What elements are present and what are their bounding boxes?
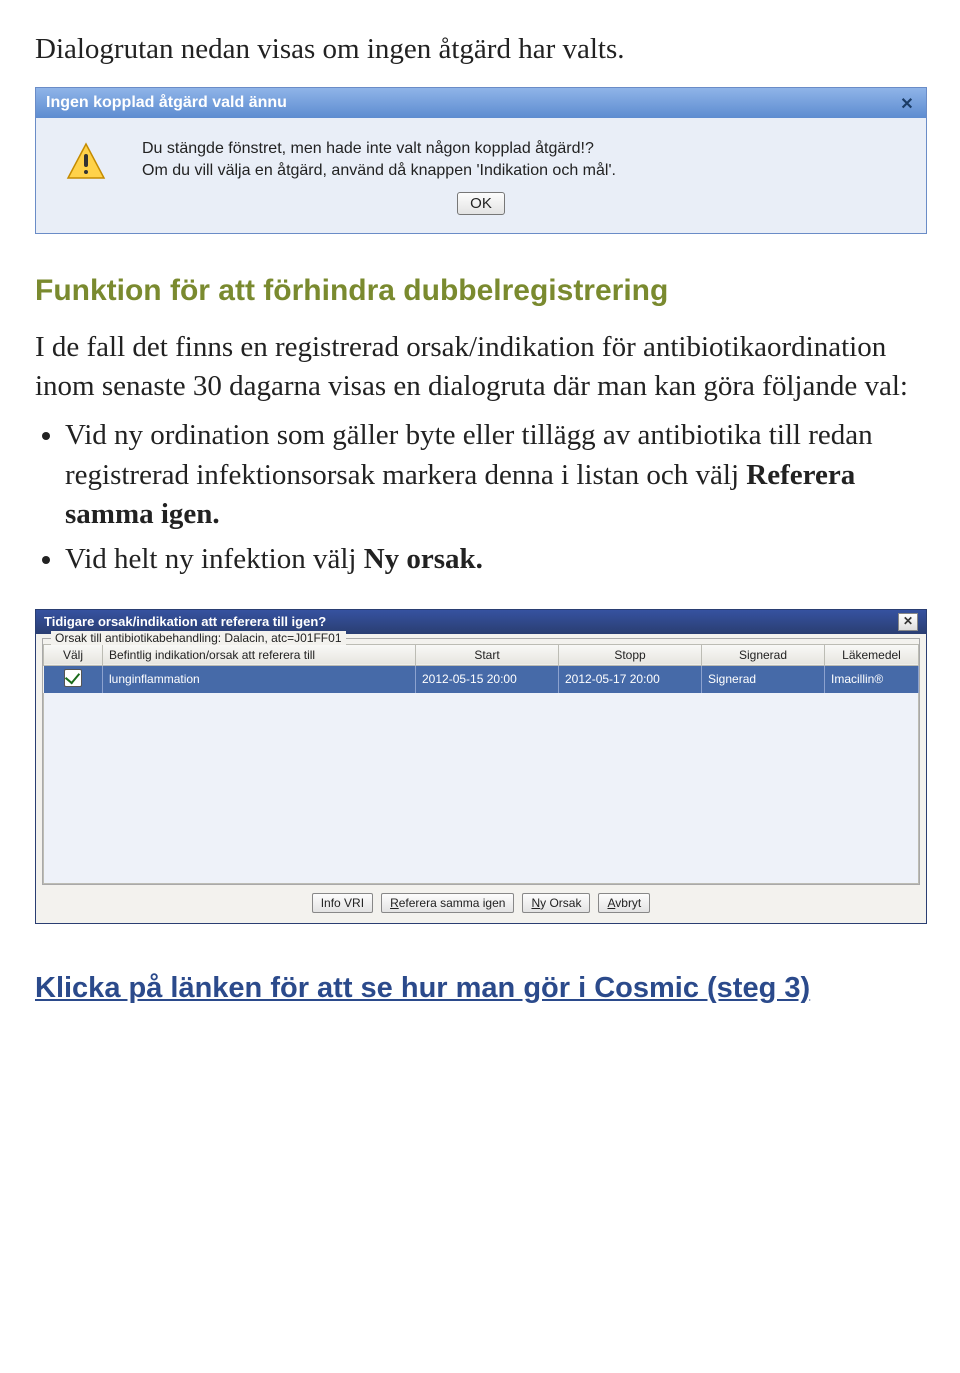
row-stopp: 2012-05-17 20:00 xyxy=(559,665,702,693)
col-valj[interactable]: Välj xyxy=(44,644,103,665)
dialog1-message: Du stängde fönstret, men hade inte valt … xyxy=(142,138,616,181)
row-lak: Imacillin® xyxy=(825,665,919,693)
col-stopp[interactable]: Stopp xyxy=(559,644,702,665)
info-vri-button[interactable]: Info VRI xyxy=(312,893,373,913)
table-row[interactable]: lunginflammation 2012-05-15 20:00 2012-0… xyxy=(44,665,919,693)
dialog-prev-indication: Tidigare orsak/indikation att referera t… xyxy=(35,609,927,885)
section-heading: Funktion för att förhindra dubbelregistr… xyxy=(35,274,925,308)
list-item: Vid ny ordination som gäller byte eller … xyxy=(65,416,925,533)
row-start: 2012-05-15 20:00 xyxy=(416,665,559,693)
dialog-no-action: Ingen kopplad åtgärd vald ännu ✕ Du stän… xyxy=(35,87,927,234)
col-lak[interactable]: Läkemedel xyxy=(825,644,919,665)
list-item: Vid helt ny infektion välj Ny orsak. xyxy=(65,540,925,579)
dialog1-title-text: Ingen kopplad åtgärd vald ännu xyxy=(46,94,287,112)
dialog1-line1: Du stängde fönstret, men hade inte valt … xyxy=(142,138,616,160)
dialog2-footer: Info VRI Referera samma igen Ny Orsak Av… xyxy=(35,885,927,924)
col-sign[interactable]: Signerad xyxy=(702,644,825,665)
indication-table: Välj Befintlig indikation/orsak att refe… xyxy=(43,644,919,693)
checkbox-checked-icon[interactable] xyxy=(64,669,82,687)
referera-button[interactable]: Referera samma igen xyxy=(381,893,514,913)
li2-text: Vid helt ny infektion välj xyxy=(65,543,364,575)
avbryt-button[interactable]: Avbryt xyxy=(598,893,650,913)
section-paragraph: I de fall det finns en registrerad orsak… xyxy=(35,328,925,406)
close-icon[interactable]: ✕ xyxy=(898,613,918,631)
close-icon[interactable]: ✕ xyxy=(898,94,916,112)
dialog1-line2: Om du vill välja en åtgärd, använd då kn… xyxy=(142,160,616,182)
cosmic-link[interactable]: Klicka på länken för att se hur man gör … xyxy=(35,972,925,1005)
li2-strong: Ny orsak. xyxy=(364,543,483,575)
fieldset-legend: Orsak till antibiotikabehandling: Dalaci… xyxy=(51,631,346,645)
col-indik[interactable]: Befintlig indikation/orsak att referera … xyxy=(103,644,416,665)
ny-orsak-button[interactable]: Ny Orsak xyxy=(522,893,590,913)
ok-button[interactable]: OK xyxy=(457,192,505,215)
row-checkbox-cell[interactable] xyxy=(44,665,103,693)
dialog2-title-text: Tidigare orsak/indikation att referera t… xyxy=(44,614,326,629)
row-sign: Signerad xyxy=(702,665,825,693)
option-list: Vid ny ordination som gäller byte eller … xyxy=(35,416,925,579)
col-start[interactable]: Start xyxy=(416,644,559,665)
dialog1-titlebar: Ingen kopplad åtgärd vald ännu ✕ xyxy=(36,88,926,118)
row-indik: lunginflammation xyxy=(103,665,416,693)
fieldset-orsak: Orsak till antibiotikabehandling: Dalaci… xyxy=(42,638,920,885)
intro-text: Dialogrutan nedan visas om ingen åtgärd … xyxy=(35,30,925,69)
table-empty-area xyxy=(43,693,919,884)
warning-icon xyxy=(66,142,106,182)
